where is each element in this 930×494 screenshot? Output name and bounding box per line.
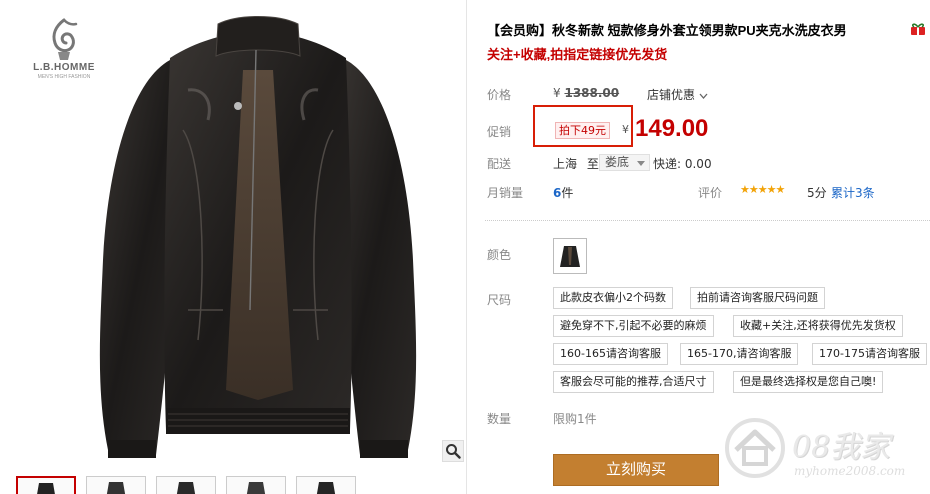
house-logo-icon xyxy=(725,418,785,478)
thumbnail-5[interactable] xyxy=(296,476,356,494)
size-option[interactable]: 但是最终选择权是您自己噢! xyxy=(733,371,884,393)
original-price-value: 1388.00 xyxy=(564,86,620,100)
thumbnail-1[interactable] xyxy=(16,476,76,494)
promo-tag: 拍下49元 xyxy=(555,122,610,139)
gift-icon xyxy=(911,23,925,35)
jacket-swatch-icon xyxy=(560,246,580,267)
jacket-image xyxy=(99,16,417,458)
quantity-label: 数量 xyxy=(487,412,512,426)
size-option[interactable]: 收藏+关注,还将获得优先发货权 xyxy=(733,315,903,337)
watermark-brand: 08我家 xyxy=(792,430,891,465)
quantity-limit: 限购1件 xyxy=(553,412,597,426)
size-label: 尺码 xyxy=(487,293,512,307)
divider xyxy=(485,220,930,221)
shop-discount-dropdown[interactable]: 店铺优惠 xyxy=(647,86,708,103)
thumbnail-strip xyxy=(14,476,464,494)
product-gallery: L.B.HOMME MEN'S HIGH FASHION xyxy=(0,0,467,494)
thumbnail-2[interactable] xyxy=(86,476,146,494)
monthly-sales-label: 月销量 xyxy=(487,186,524,200)
shop-discount-label: 店铺优惠 xyxy=(647,88,696,102)
promo-price: 149.00 xyxy=(635,115,709,142)
ship-from: 上海 至 xyxy=(553,155,599,172)
magnifier-icon xyxy=(446,444,461,459)
zoom-button[interactable] xyxy=(442,440,464,462)
jacket-thumbnail-icon xyxy=(316,482,336,494)
size-option[interactable]: 拍前请咨询客服尺码问题 xyxy=(690,287,825,309)
review-count-link[interactable]: 累计3条 xyxy=(831,184,875,201)
size-option[interactable]: 165-170,请咨询客服 xyxy=(680,343,799,365)
size-option[interactable]: 此款皮衣偏小2个码数 xyxy=(553,287,673,309)
chevron-down-icon xyxy=(699,93,708,99)
site-watermark: 08我家 myhome2008.com xyxy=(722,416,927,488)
ship-to-word: 至 xyxy=(586,157,599,171)
jacket-thumbnail-icon xyxy=(106,482,126,494)
promo-currency: ¥ xyxy=(622,123,629,136)
jacket-thumbnail-icon xyxy=(246,482,266,494)
size-option[interactable]: 客服会尽可能的推荐,合适尺寸 xyxy=(553,371,714,393)
product-subtitle: 关注+收藏,拍指定链接优先发货 xyxy=(487,47,668,62)
jacket-thumbnail-icon xyxy=(176,482,196,494)
ship-from-city: 上海 xyxy=(553,157,578,171)
color-label: 颜色 xyxy=(487,248,512,262)
destination-value: 娄底 xyxy=(605,155,630,169)
product-title: 【会员购】秋冬新款 短款修身外套立领男款PU夹克水洗皮衣男 xyxy=(487,23,847,38)
main-product-image[interactable]: L.B.HOMME MEN'S HIGH FASHION xyxy=(8,6,466,468)
jacket-thumbnail-icon xyxy=(37,483,55,494)
monthly-sales-unit: 件 xyxy=(561,186,574,200)
buy-now-button[interactable]: 立刻购买 xyxy=(553,454,719,486)
caret-down-icon xyxy=(637,161,646,166)
size-option[interactable]: 避免穿不下,引起不必要的麻烦 xyxy=(553,315,714,337)
shipping-fee: 快递: 0.00 xyxy=(653,157,712,171)
thumbnail-3[interactable] xyxy=(156,476,216,494)
watermark-url: myhome2008.com xyxy=(794,464,906,478)
original-price: ¥ 1388.00 xyxy=(553,86,619,100)
monthly-sales-value: 6件 xyxy=(553,184,573,201)
shipping-label: 配送 xyxy=(487,157,512,171)
destination-select[interactable]: 娄底 xyxy=(599,154,651,171)
size-option[interactable]: 170-175请咨询客服 xyxy=(812,343,927,365)
rating-label: 评价 xyxy=(698,186,723,200)
color-option-black[interactable] xyxy=(553,238,587,274)
star-rating-icon: ★★★★★ xyxy=(740,183,785,196)
currency-symbol: ¥ xyxy=(553,86,561,100)
rating-score: 5分 xyxy=(807,186,827,200)
price-label: 价格 xyxy=(487,88,512,102)
size-option[interactable]: 160-165请咨询客服 xyxy=(553,343,668,365)
promo-label: 促销 xyxy=(487,125,512,139)
thumbnail-4[interactable] xyxy=(226,476,286,494)
